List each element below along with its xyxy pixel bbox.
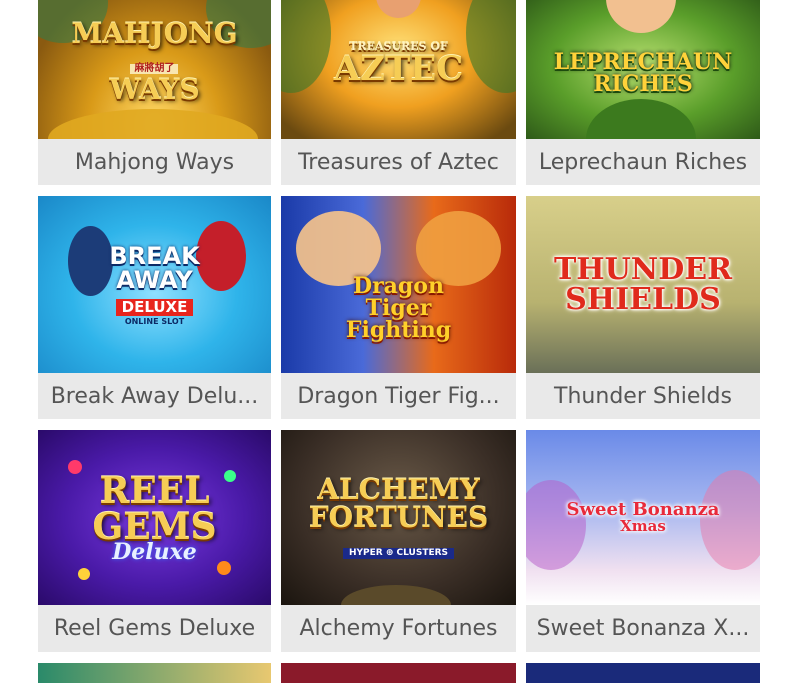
- game-card-alchemy-fortunes[interactable]: Alchemy Fortunes Hyper ⊕ Clusters Alchem…: [281, 430, 516, 652]
- game-title[interactable]: Sweet Bonanza X...: [526, 605, 760, 652]
- game-card-reel-gems-deluxe[interactable]: Reel Gems Deluxe Reel Gems Deluxe: [38, 430, 271, 652]
- art-title-line: Riches: [593, 71, 693, 97]
- art-title-line: Mahjong: [71, 17, 238, 50]
- art-badge: Hyper ⊕ Clusters: [342, 547, 455, 559]
- art-badge: Deluxe: [115, 298, 194, 316]
- game-card-treasures-of-aztec[interactable]: Treasures of Aztec Treasures of Aztec: [281, 0, 516, 185]
- game-card-leprechaun-riches[interactable]: Leprechaun Riches Leprechaun Riches: [526, 0, 760, 185]
- art-title-line: Thunder: [553, 251, 733, 287]
- game-card-thunder-shields[interactable]: Thunder Shields Thunder Shields: [526, 196, 760, 419]
- art-title-line: Fortunes: [308, 500, 489, 534]
- art-badge-word: Hyper: [348, 547, 383, 558]
- game-card-partial[interactable]: [281, 663, 516, 683]
- game-thumbnail[interactable]: Dragon Tiger Fighting: [281, 196, 516, 373]
- game-thumbnail[interactable]: Mahjong 麻將胡了 Ways: [38, 0, 271, 139]
- game-card-dragon-tiger-fighting[interactable]: Dragon Tiger Fighting Dragon Tiger Fig..…: [281, 196, 516, 419]
- game-card-partial[interactable]: [38, 663, 271, 683]
- art-title-line: Fighting: [345, 316, 452, 343]
- art-title-line: Away: [116, 265, 193, 294]
- art-badge-word: Clusters: [396, 547, 449, 558]
- art-title-line: Reel: [99, 469, 210, 512]
- game-title[interactable]: Thunder Shields: [526, 373, 760, 419]
- game-thumbnail[interactable]: Reel Gems Deluxe: [38, 430, 271, 605]
- game-title[interactable]: Treasures of Aztec: [281, 139, 516, 185]
- art-title-line: Xmas: [620, 517, 666, 535]
- game-grid: Mahjong 麻將胡了 Ways Mahjong Ways Treasures…: [38, 0, 760, 652]
- game-title[interactable]: Alchemy Fortunes: [281, 605, 516, 652]
- art-title-line: Shields: [565, 281, 721, 317]
- art-title-line: Alchemy: [317, 472, 480, 506]
- art-small-text: Online Slot: [124, 316, 185, 326]
- game-thumbnail[interactable]: Thunder Shields: [526, 196, 760, 373]
- plus-icon: ⊕: [385, 547, 394, 558]
- game-title[interactable]: Dragon Tiger Fig...: [281, 373, 516, 419]
- art-title-line: Tiger: [365, 294, 432, 321]
- game-thumbnail[interactable]: Sweet Bonanza Xmas: [526, 430, 760, 605]
- art-title-line: Break: [109, 241, 200, 270]
- game-card-mahjong-ways[interactable]: Mahjong 麻將胡了 Ways Mahjong Ways: [38, 0, 271, 185]
- game-thumbnail[interactable]: Alchemy Fortunes Hyper ⊕ Clusters: [281, 430, 516, 605]
- art-title-line: Leprechaun: [553, 49, 733, 75]
- art-title-line: Ways: [109, 73, 200, 106]
- game-thumbnail[interactable]: Leprechaun Riches: [526, 0, 760, 139]
- game-card-sweet-bonanza-xmas[interactable]: Sweet Bonanza Xmas Sweet Bonanza X...: [526, 430, 760, 652]
- game-thumbnail[interactable]: Break Away Deluxe Online Slot: [38, 196, 271, 373]
- art-title-line: Dragon: [353, 272, 444, 299]
- game-title[interactable]: Break Away Delu...: [38, 373, 271, 419]
- game-card-partial[interactable]: [526, 663, 760, 683]
- game-title[interactable]: Leprechaun Riches: [526, 139, 760, 185]
- game-card-break-away-deluxe[interactable]: Break Away Deluxe Online Slot Break Away…: [38, 196, 271, 419]
- game-title[interactable]: Reel Gems Deluxe: [38, 605, 271, 652]
- art-title-line: Aztec: [333, 48, 464, 89]
- game-thumbnail[interactable]: Treasures of Aztec: [281, 0, 516, 139]
- game-title[interactable]: Mahjong Ways: [38, 139, 271, 185]
